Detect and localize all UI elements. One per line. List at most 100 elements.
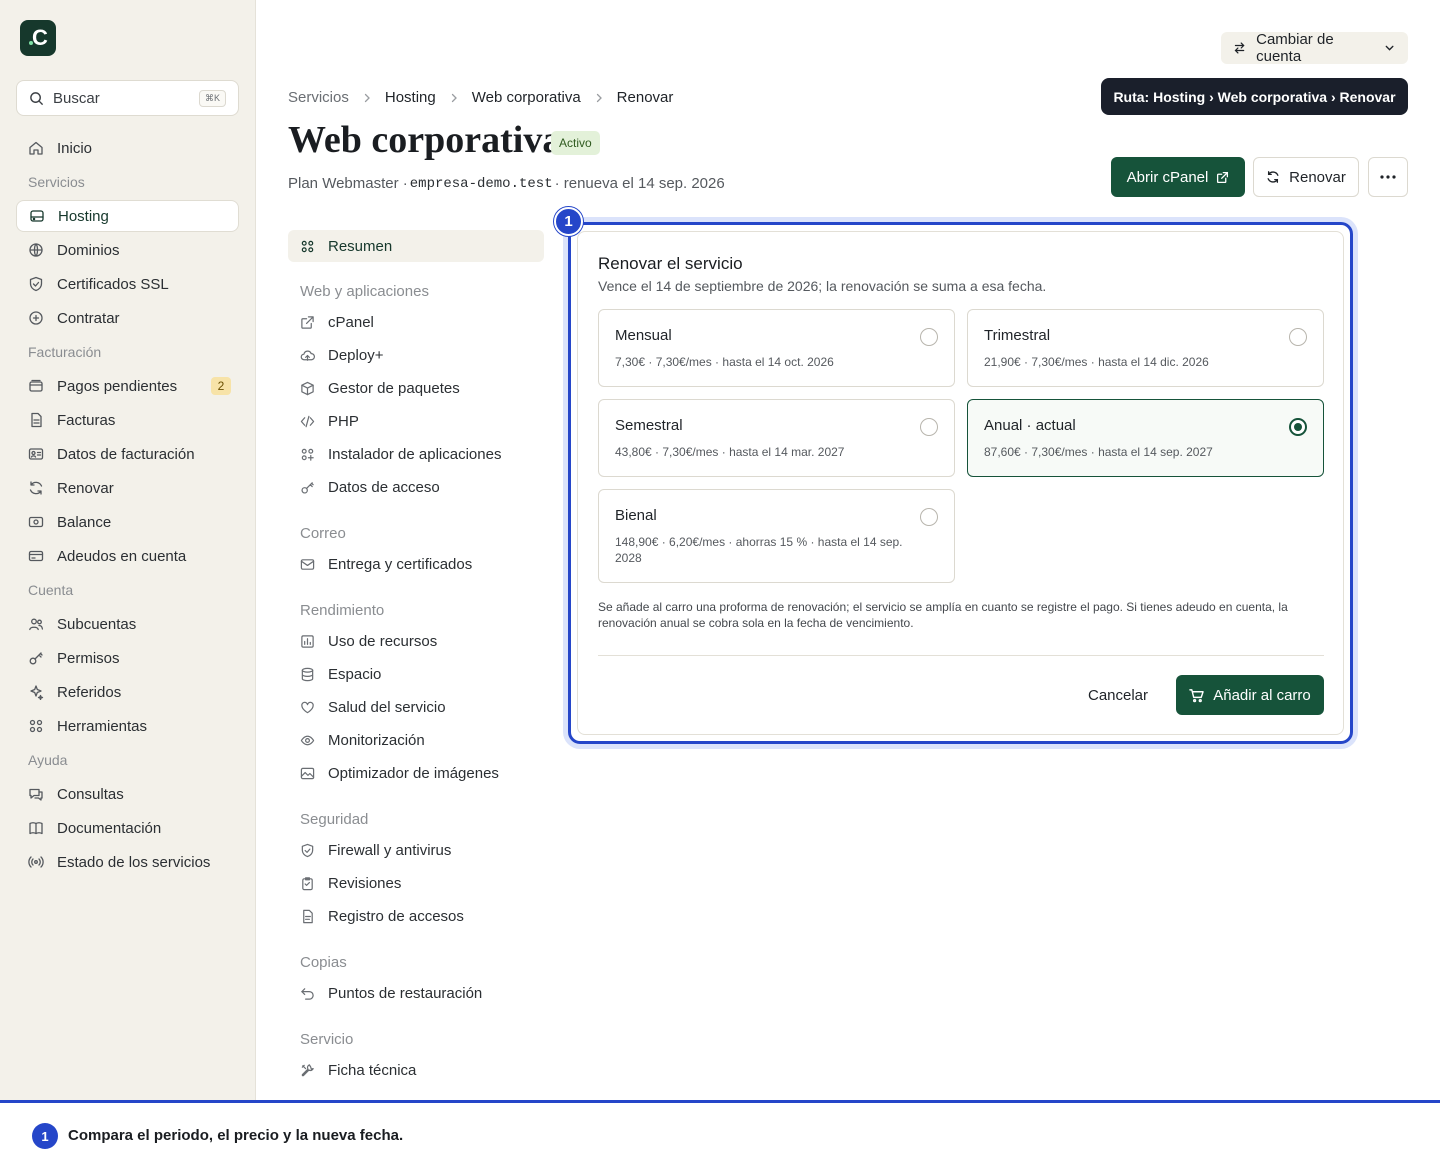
sidebar-item-label: Adeudos en cuenta (57, 547, 187, 565)
globe-icon (29, 243, 43, 257)
external-link-icon (301, 316, 314, 329)
sidebar-item-subcuentas[interactable]: Subcuentas (16, 608, 239, 640)
subnav-item-label: Salud del servicio (328, 699, 446, 716)
subnav-item-label: Instalador de aplicaciones (328, 446, 502, 463)
subnav-item-uso-de-recursos[interactable]: Uso de recursos (288, 625, 544, 658)
subnav-item-registro-de-accesos[interactable]: Registro de accesos (288, 900, 544, 933)
subnav-item-firewall-y-antivirus[interactable]: Firewall y antivirus (288, 834, 544, 867)
period-radio[interactable] (920, 508, 938, 526)
sidebar-item-certificados-ssl[interactable]: Certificados SSL (16, 268, 239, 300)
subnav-item-revisiones[interactable]: Revisiones (288, 867, 544, 900)
invoice-icon (31, 412, 42, 428)
period-option-semestral[interactable]: Semestral 43,80€ · 7,30€/mes · hasta el 1… (598, 399, 955, 477)
external-link-icon (1217, 171, 1229, 183)
subnav-item-label: Puntos de restauración (328, 985, 483, 1002)
sidebar-item-permisos[interactable]: Permisos (16, 642, 239, 674)
clipboard-icon (302, 877, 313, 891)
sidebar-item-referidos[interactable]: Referidos (16, 676, 239, 708)
sidebar-item-pagos-pendientes[interactable]: Pagos pendientes 2 (16, 370, 239, 402)
period-radio[interactable] (920, 418, 938, 436)
sidebar-item-label: Facturas (57, 411, 116, 429)
sidebar-item-facturas[interactable]: Facturas (16, 404, 239, 436)
subnav-item-monitorizacion[interactable]: Monitorización (288, 724, 544, 757)
credit-card-icon (28, 550, 44, 562)
sidebar-item-dominios[interactable]: Dominios (16, 234, 239, 266)
sidebar-item-hosting[interactable]: Hosting (16, 200, 239, 232)
period-radio[interactable] (1289, 328, 1307, 346)
subnav-item-label: cPanel (328, 314, 374, 331)
search-shortcut: ⌘K (198, 89, 226, 107)
subnav-section-seguridad: Seguridad (300, 811, 369, 828)
subnav-item-puntos-de-restauracion[interactable]: Puntos de restauración (288, 977, 544, 1010)
sidebar-item-documentacion[interactable]: Documentación (16, 812, 239, 844)
subnav-item-ficha-tecnica[interactable]: Ficha técnica (288, 1054, 544, 1087)
wallet-icon (29, 379, 43, 392)
period-radio[interactable] (1289, 418, 1307, 436)
period-option-anual-actual[interactable]: Anual · actual 87,60€ · 7,30€/mes · hasta… (967, 399, 1324, 477)
period-option-mensual[interactable]: Mensual 7,30€ · 7,30€/mes · hasta el 14 o… (598, 309, 955, 387)
sidebar-item-label: Balance (57, 513, 112, 531)
sidebar-item-contratar[interactable]: Contratar (16, 302, 239, 334)
subnav-item-instalador-de-aplicaciones[interactable]: Instalador de aplicaciones (288, 438, 544, 471)
sidebar-item-label: Documentación (57, 819, 162, 837)
sidebar-item-balance[interactable]: Balance (16, 506, 239, 538)
subnav-item-salud-del-servicio[interactable]: Salud del servicio (288, 691, 544, 724)
sidebar-section-ayuda: Ayuda (28, 752, 68, 768)
period-option-detail: 7,30€ · 7,30€/mes · hasta el 14 oct. 202… (615, 355, 834, 369)
subnav-item-deploy[interactable]: Deploy+ (288, 339, 544, 372)
breadcrumb-servicios[interactable]: Servicios (288, 89, 349, 106)
subnav-item-resumen[interactable]: Resumen (288, 230, 544, 262)
sidebar-item-herramientas[interactable]: Herramientas (16, 710, 239, 742)
open-cpanel-button[interactable]: Abrir cPanel (1111, 157, 1245, 197)
subnav-item-label: Optimizador de imágenes (328, 765, 499, 782)
breadcrumb-web-corporativa[interactable]: Web corporativa (472, 89, 581, 106)
add-to-cart-button[interactable]: Añadir al carro (1176, 675, 1324, 715)
sidebar: C Buscar ⌘K Inicio Servicios Hosting Domini… (0, 0, 256, 1100)
tools-icon (301, 1064, 314, 1077)
sidebar-item-label: Estado de los servicios (57, 853, 211, 871)
breadcrumb-hosting[interactable]: Hosting (385, 89, 436, 106)
period-radio[interactable] (920, 328, 938, 346)
chart-icon (301, 635, 314, 648)
sidebar-item-label: Hosting (58, 207, 109, 225)
search-input[interactable]: Buscar ⌘K (16, 80, 239, 116)
subnav-item-optimizador-de-imagenes[interactable]: Optimizador de imágenes (288, 757, 544, 790)
shield-icon (29, 276, 43, 292)
sidebar-item-label: Datos de facturación (57, 445, 195, 463)
sidebar-section-servicios: Servicios (28, 174, 85, 190)
sidebar-item-label: Dominios (57, 241, 120, 259)
sidebar-item-adeudos-en-cuenta[interactable]: Adeudos en cuenta (16, 540, 239, 572)
renew-button[interactable]: Renovar (1253, 157, 1359, 197)
sidebar-item-datos-de-facturacion[interactable]: Datos de facturación (16, 438, 239, 470)
sidebar-section-facturacion: Facturación (28, 344, 102, 360)
subnav-item-label: Monitorización (328, 732, 425, 749)
period-option-bienal[interactable]: Bienal 148,90€ · 6,20€/mes · ahorras 15 %… (598, 489, 955, 583)
users-icon (29, 618, 44, 631)
subnav-item-label: Revisiones (328, 875, 402, 892)
refresh-icon (1267, 171, 1279, 183)
sidebar-item-consultas[interactable]: Consultas (16, 778, 239, 810)
subnav-item-datos-de-acceso[interactable]: Datos de acceso (288, 471, 544, 504)
more-options-button[interactable] (1368, 157, 1408, 197)
app-logo[interactable]: C (20, 20, 56, 56)
subnav-item-label: PHP (328, 413, 359, 430)
subnav-section-rendimiento: Rendimiento (300, 602, 385, 619)
search-placeholder: Buscar (53, 89, 100, 107)
subnav-item-php[interactable]: PHP (288, 405, 544, 438)
sidebar-item-renovar[interactable]: Renovar (16, 472, 239, 504)
subnav-item-espacio[interactable]: Espacio (288, 658, 544, 691)
cancel-button[interactable]: Cancelar (1077, 675, 1159, 715)
period-option-trimestral[interactable]: Trimestral 21,90€ · 7,30€/mes · hasta el … (967, 309, 1324, 387)
add-to-cart-label: Añadir al carro (1213, 686, 1311, 704)
more-horizontal-icon (1380, 175, 1396, 179)
subnav-item-entrega-y-certificados[interactable]: Entrega y certificados (288, 548, 544, 581)
subnav-item-gestor-de-paquetes[interactable]: Gestor de paquetes (288, 372, 544, 405)
switch-account-button[interactable]: Cambiar de cuenta (1221, 31, 1408, 65)
sidebar-item-label: Consultas (57, 785, 124, 803)
sidebar-item-inicio[interactable]: Inicio (16, 132, 239, 164)
subnav-item-label: Registro de accesos (328, 908, 464, 925)
subnav-item-cpanel[interactable]: cPanel (288, 306, 544, 339)
plus-circle-icon (29, 311, 43, 325)
sidebar-item-estado-de-los-servicios[interactable]: Estado de los servicios (16, 846, 239, 878)
subnav-item-label: Firewall y antivirus (328, 842, 452, 859)
